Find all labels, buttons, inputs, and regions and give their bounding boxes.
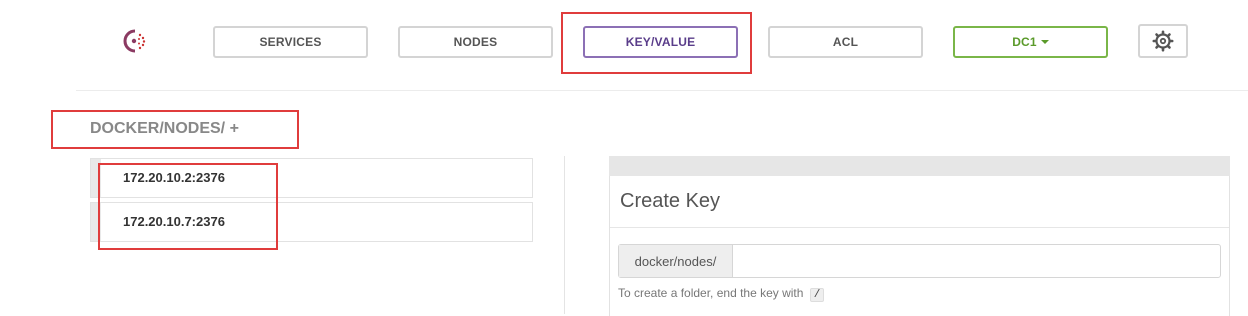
help-code: / — [809, 288, 825, 302]
nav-nodes-button[interactable]: NODES — [398, 26, 553, 58]
chevron-down-icon — [1040, 40, 1049, 44]
key-item-marker — [91, 203, 101, 241]
key-item-label: 172.20.10.2:2376 — [123, 170, 225, 185]
breadcrumb-path[interactable]: DOCKER/NODES/ — [90, 120, 225, 137]
column-divider — [564, 156, 565, 314]
key-help-text: To create a folder, end the key with / — [618, 286, 825, 302]
nav-keyvalue-button[interactable]: KEY/VALUE — [583, 26, 738, 58]
gear-icon — [1152, 30, 1174, 52]
panel-header-bar — [609, 156, 1230, 176]
settings-button[interactable] — [1138, 24, 1188, 58]
nav-services-button[interactable]: SERVICES — [213, 26, 368, 58]
key-item-label: 172.20.10.7:2376 — [123, 214, 225, 229]
key-name-input[interactable] — [733, 245, 1220, 277]
panel-divider — [610, 227, 1229, 228]
create-key-title: Create Key — [620, 190, 721, 212]
key-item-marker — [91, 159, 101, 197]
key-list-item[interactable]: 172.20.10.7:2376 — [90, 202, 533, 242]
nav-acl-button[interactable]: ACL — [768, 26, 923, 58]
key-input-group: docker/nodes/ — [618, 244, 1221, 278]
header-divider — [76, 90, 1248, 91]
breadcrumb: DOCKER/NODES/ + — [90, 120, 239, 138]
datacenter-dropdown[interactable]: DC1 — [953, 26, 1108, 58]
datacenter-label: DC1 — [1012, 35, 1037, 49]
key-prefix-addon: docker/nodes/ — [619, 245, 733, 277]
key-list-item[interactable]: 172.20.10.2:2376 — [90, 158, 533, 198]
help-text: To create a folder, end the key with — [618, 286, 804, 300]
consul-logo[interactable] — [118, 26, 152, 56]
add-key-button[interactable]: + — [230, 120, 239, 137]
